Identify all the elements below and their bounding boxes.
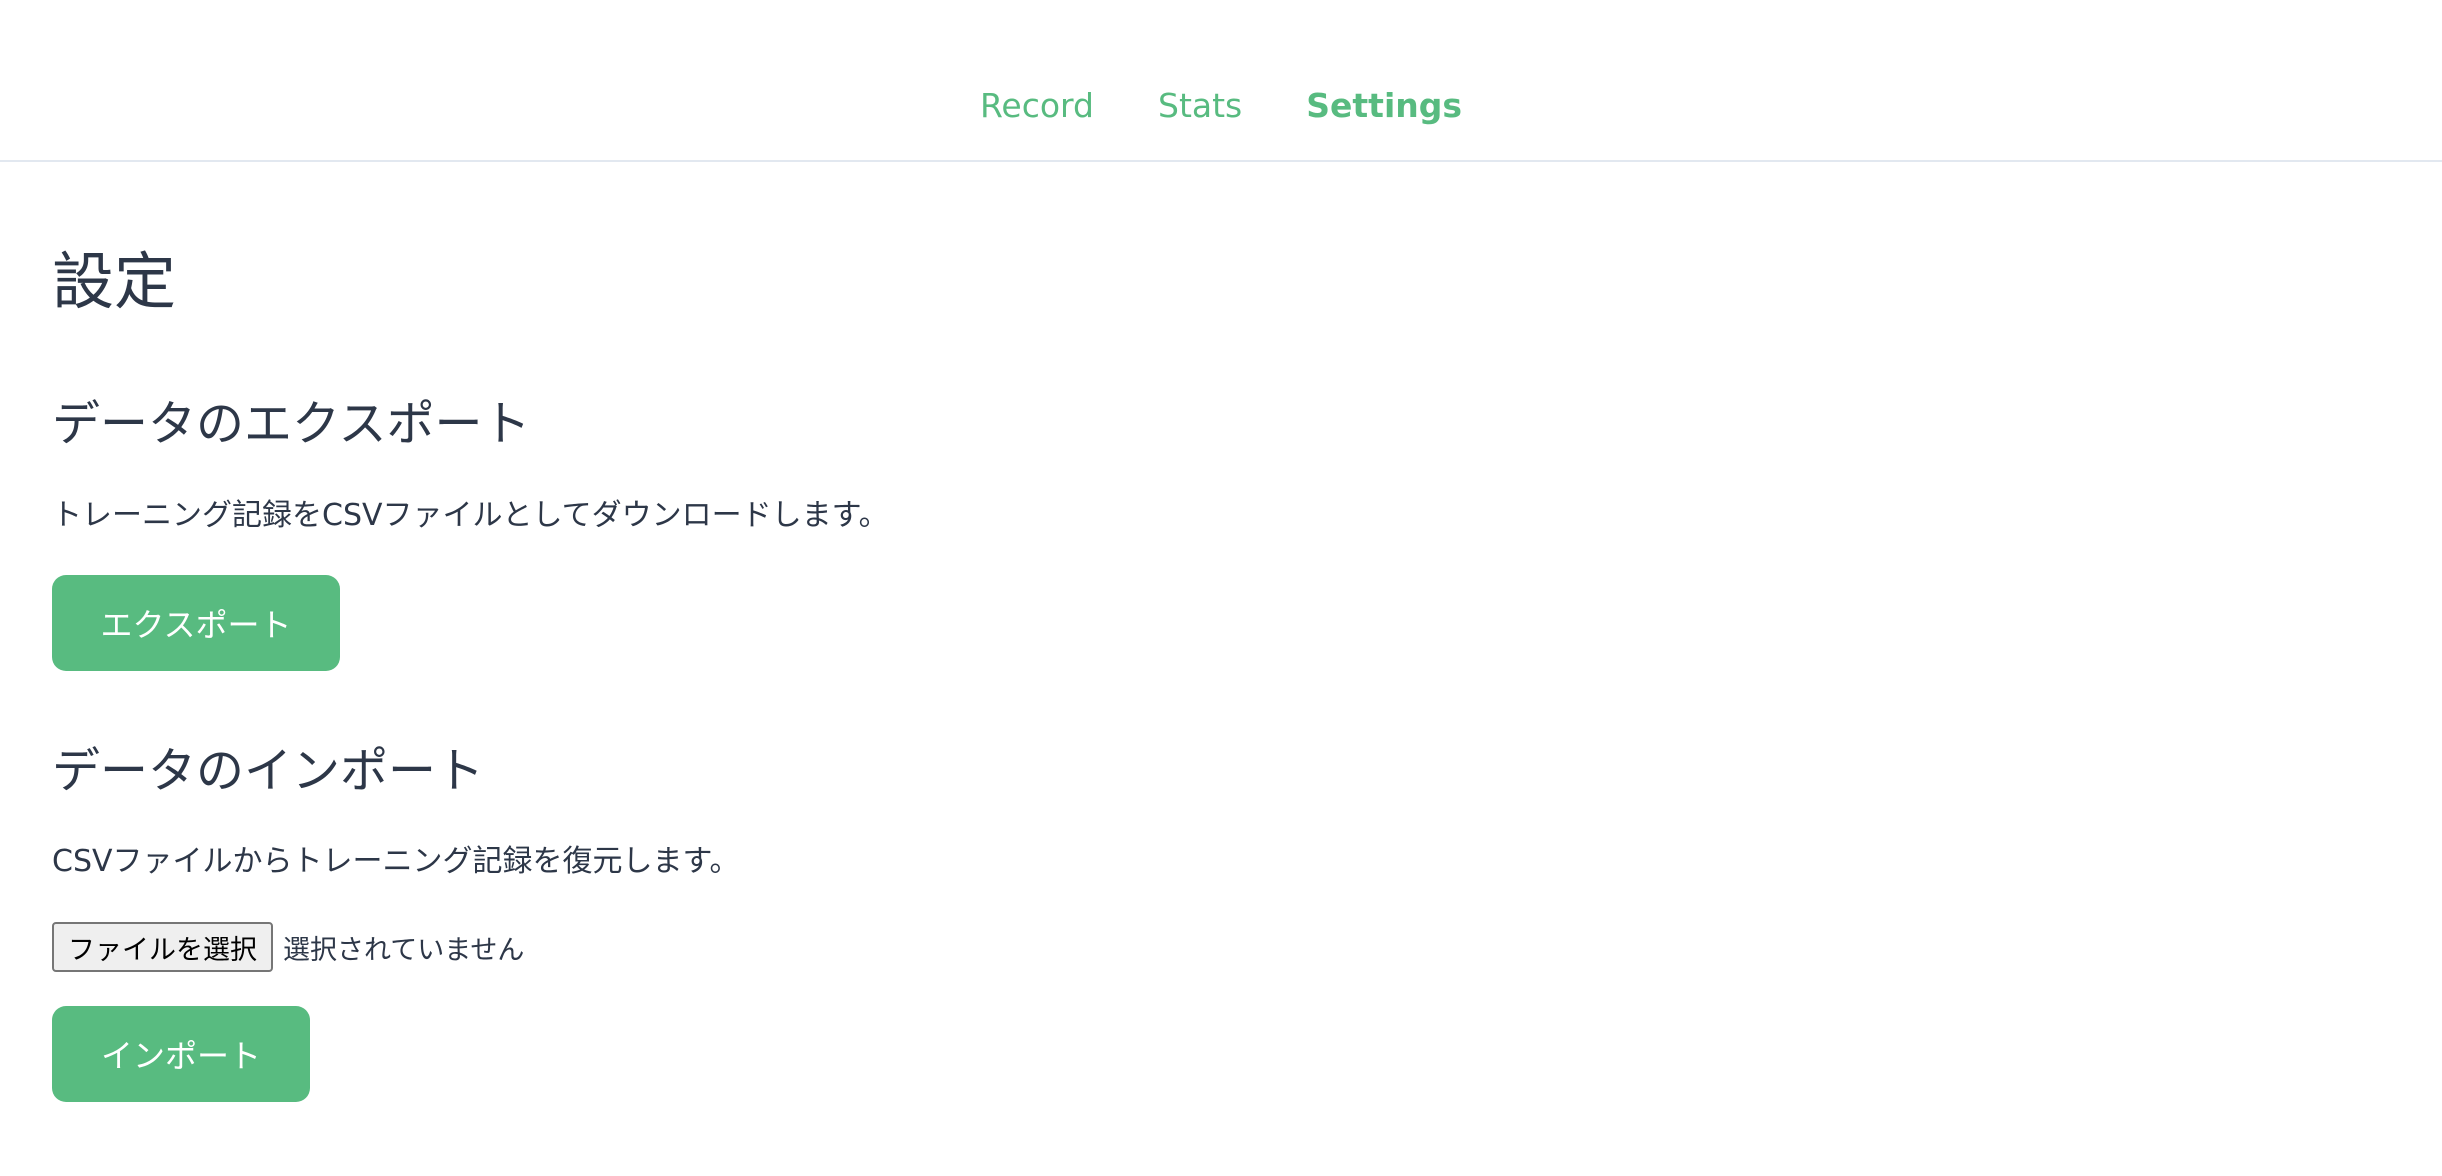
file-status-text: 選択されていません <box>283 934 525 966</box>
nav-link-record[interactable]: Record <box>980 84 1094 128</box>
top-nav: Record Stats Settings <box>0 0 2442 162</box>
export-section-title: データのエクスポート <box>52 396 531 452</box>
nav-links: Record Stats Settings <box>0 84 2442 128</box>
page-title: 設定 <box>52 245 177 318</box>
file-input: ファイルを選択 選択されていません <box>52 922 524 972</box>
import-button[interactable]: インポート <box>52 1006 310 1102</box>
import-description: CSVファイルからトレーニング記録を復元します。 <box>52 844 740 879</box>
nav-link-stats[interactable]: Stats <box>1158 84 1242 128</box>
export-button[interactable]: エクスポート <box>52 575 340 671</box>
export-description: トレーニング記録をCSVファイルとしてダウンロードします。 <box>52 498 889 533</box>
nav-link-settings[interactable]: Settings <box>1306 84 1462 128</box>
choose-file-button[interactable]: ファイルを選択 <box>52 922 273 972</box>
import-section-title: データのインポート <box>52 743 485 799</box>
